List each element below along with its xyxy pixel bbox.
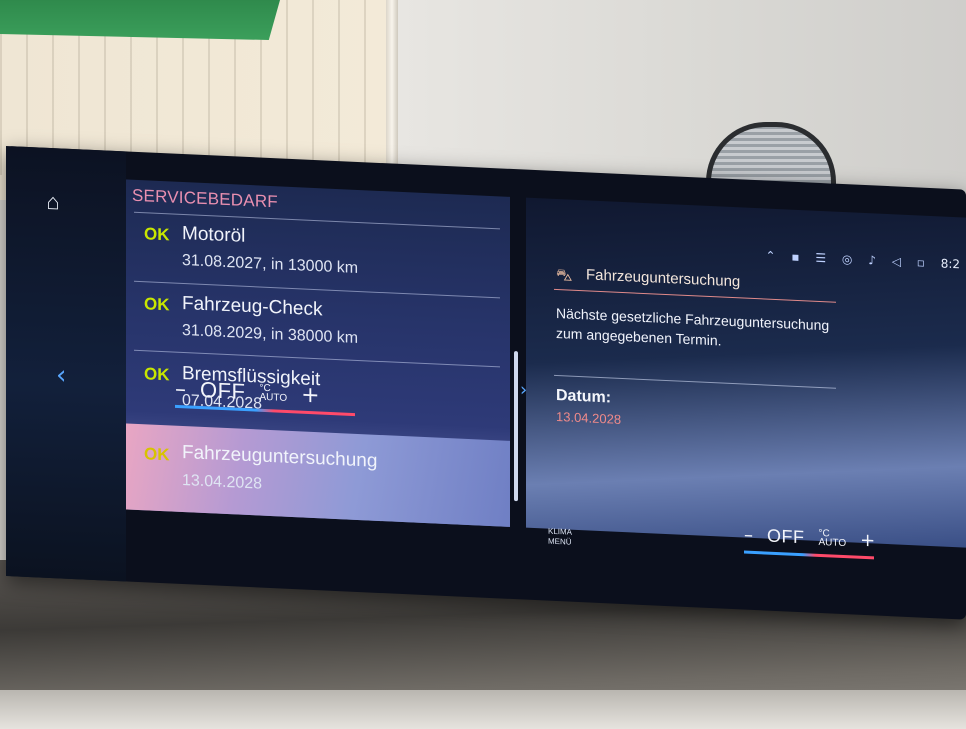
date-label: Datum:: [556, 386, 612, 407]
list-title: SERVICEBEDARF: [132, 185, 278, 212]
status-bar: ⌃ ▪ ☰ ◎ ♪ ◁ ▫ 8:2: [766, 248, 960, 271]
service-list-panel: SERVICEBEDARF OK Motoröl 31.08.2027, in …: [126, 179, 510, 527]
klima-menu-button[interactable]: KLIMA MENÜ: [548, 527, 572, 548]
green-banner: [0, 0, 280, 40]
chevron-left-icon[interactable]: ‹: [56, 360, 66, 390]
list-scrollbar[interactable]: [514, 351, 518, 502]
temp-down-button[interactable]: –: [744, 524, 753, 545]
status-ok-badge: OK: [144, 294, 170, 315]
item-detail: 31.08.2029, in 38000 km: [182, 321, 359, 347]
left-rail: ⌂ ‹: [6, 146, 126, 582]
item-name: Fahrzeuguntersuchung: [182, 441, 378, 472]
temp-up-button[interactable]: +: [301, 382, 319, 408]
divider: [554, 374, 836, 389]
status-ok-badge: OK: [144, 444, 170, 465]
title-underline: [554, 288, 836, 303]
status-icons: ⌃ ▪ ☰ ◎ ♪ ◁ ▫: [765, 248, 941, 271]
unit-auto: AUTO: [259, 391, 288, 405]
detail-panel: ⌃ ▪ ☰ ◎ ♪ ◁ ▫ 8:2 ⛍ Fahrzeuguntersuchung…: [526, 197, 966, 548]
status-ok-badge: OK: [144, 224, 170, 245]
temp-down-button[interactable]: –: [175, 376, 186, 401]
car-inspection-icon: ⛍: [556, 264, 573, 285]
dashboard-strip: [0, 690, 966, 729]
list-item-fahrzeuguntersuchung[interactable]: OK Fahrzeuguntersuchung 13.04.2028: [126, 423, 510, 527]
wall-post: [386, 0, 398, 175]
item-detail: 31.08.2027, in 13000 km: [182, 251, 359, 277]
temperature-gradient-bar: [744, 550, 874, 560]
status-ok-badge: OK: [144, 364, 170, 385]
climate-state[interactable]: OFF: [200, 377, 246, 405]
detail-title: Fahrzeuguntersuchung: [586, 266, 741, 291]
item-name: Fahrzeug-Check: [182, 292, 323, 321]
climate-state[interactable]: OFF: [767, 525, 805, 548]
item-detail: 13.04.2028: [182, 471, 263, 493]
item-name: Motoröl: [182, 222, 246, 247]
temp-up-button[interactable]: +: [860, 529, 875, 551]
climate-unit: °C AUTO: [818, 528, 847, 550]
clock: 8:2: [940, 256, 960, 272]
home-icon[interactable]: ⌂: [42, 189, 64, 215]
date-value: 13.04.2028: [556, 408, 622, 427]
climate-unit: °C AUTO: [259, 383, 288, 405]
climate-control-right: – OFF °C AUTO +: [744, 520, 875, 560]
unit-auto: AUTO: [818, 536, 847, 550]
infotainment-screen: ⌂ ‹ SERVICEBEDARF OK Motoröl 31.08.2027,…: [6, 146, 966, 620]
detail-description: Nächste gesetzliche Fahrzeuguntersuchung…: [556, 304, 830, 349]
menu-label: MENÜ: [548, 536, 572, 547]
